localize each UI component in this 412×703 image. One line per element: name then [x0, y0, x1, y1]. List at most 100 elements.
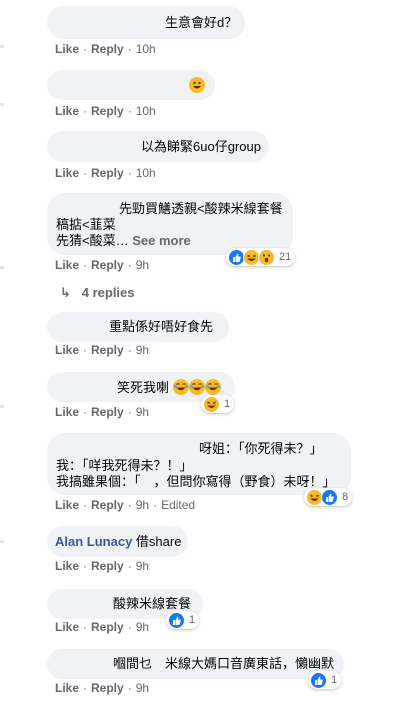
like-icon [310, 671, 327, 689]
comment-text-line: 先猜<酸菜… See more [56, 233, 191, 249]
comment-bubble: 以為睇緊6uo仔group [47, 131, 269, 162]
thread-marker [0, 103, 4, 106]
comment-bubble: 生意會好d？ [47, 6, 245, 39]
comment-bubble: 先勁買鱔透親<酸辣米線套餐 稿掂<韮菜 先猜<酸菜… See more [47, 193, 293, 255]
joy-emoji-icon [204, 379, 221, 395]
reply-button[interactable]: Reply [91, 42, 124, 56]
separator: · [83, 620, 88, 634]
comment-text-truncated: 先猜<酸菜… [56, 233, 129, 248]
like-button[interactable]: Like [55, 166, 79, 180]
separator: · [83, 681, 88, 695]
separator: · [127, 258, 132, 272]
commenter-name[interactable]: Alan Lunacy [55, 534, 132, 549]
like-button[interactable]: Like [55, 104, 79, 118]
separator: · [127, 498, 132, 512]
thread-marker [0, 266, 4, 269]
separator: · [83, 258, 88, 272]
separator: · [127, 405, 132, 419]
comment-bubble: 嗰間乜 米線大媽口音廣東話，懶幽默 [47, 649, 344, 679]
timestamp[interactable]: 9h [136, 498, 149, 512]
comment-text-line: 稿掂<韮菜 [56, 217, 116, 232]
separator: · [127, 166, 132, 180]
separator: · [127, 42, 132, 56]
reaction-summary[interactable]: 8 [304, 488, 353, 506]
timestamp[interactable]: 9h [136, 559, 149, 573]
replies-label: 4 replies [81, 285, 135, 300]
reaction-count: 8 [342, 491, 349, 503]
timestamp[interactable]: 9h [136, 405, 149, 419]
separator: · [83, 498, 88, 512]
reaction-count: 1 [331, 674, 338, 686]
reaction-count: 1 [189, 614, 196, 626]
reaction-count: 1 [224, 398, 231, 410]
reaction-summary[interactable]: 21 [226, 248, 296, 266]
reply-button[interactable]: Reply [91, 104, 124, 118]
joy-emoji-icon [188, 379, 205, 395]
comment-actions: Like · Reply · 9h [55, 559, 149, 573]
comment-actions: Like · Reply · 9h [55, 620, 149, 634]
comment-text-line: 先勁買鱔透親<酸辣米線套餐 [119, 201, 283, 216]
comment-text [189, 77, 205, 94]
comment-text-line: 我：「咩我死得未？！」 [56, 458, 193, 473]
like-button[interactable]: Like [55, 405, 79, 419]
comment-actions: Like · Reply · 9h [55, 405, 149, 419]
reply-button[interactable]: Reply [91, 343, 124, 357]
comment-bubble: 重點係好唔好食先 [47, 312, 229, 342]
like-button[interactable]: Like [55, 620, 79, 634]
timestamp[interactable]: 10h [136, 104, 156, 118]
like-button[interactable]: Like [55, 258, 79, 272]
comment-bubble: Alan Lunacy 借share [47, 526, 188, 557]
comment-bubble [47, 70, 215, 100]
timestamp[interactable]: 10h [136, 42, 156, 56]
separator: · [127, 620, 132, 634]
like-icon [321, 488, 338, 506]
timestamp[interactable]: 9h [136, 343, 149, 357]
comment-actions: Like · Reply · 9h [55, 258, 149, 272]
like-button[interactable]: Like [55, 498, 79, 512]
comment-actions: Like · Reply · 9h · Edited [55, 498, 195, 512]
comment-actions: Like · Reply · 10h [55, 166, 156, 180]
timestamp[interactable]: 9h [136, 620, 149, 634]
separator: · [127, 681, 132, 695]
thread-marker [0, 540, 4, 543]
separator: · [83, 343, 88, 357]
joy-emoji-icon [172, 379, 189, 395]
like-button[interactable]: Like [55, 343, 79, 357]
reaction-summary[interactable]: 1 [201, 395, 235, 413]
reply-button[interactable]: Reply [91, 620, 124, 634]
separator: · [83, 104, 88, 118]
like-button[interactable]: Like [55, 42, 79, 56]
separator: · [83, 166, 88, 180]
rofl-emoji-icon [189, 77, 205, 93]
see-more-link[interactable]: See more [132, 233, 191, 248]
timestamp[interactable]: 9h [136, 681, 149, 695]
comment-actions: Like · Reply · 9h [55, 681, 149, 695]
comment-actions: Like · Reply · 9h [55, 343, 149, 357]
separator: · [127, 559, 132, 573]
thread-marker [0, 45, 4, 48]
timestamp[interactable]: 9h [136, 258, 149, 272]
reaction-summary[interactable]: 1 [308, 671, 342, 689]
comment-actions: Like · Reply · 10h [55, 42, 156, 56]
reply-button[interactable]: Reply [91, 559, 124, 573]
haha-icon [203, 395, 220, 413]
reaction-summary[interactable]: 1 [166, 611, 200, 629]
reply-button[interactable]: Reply [91, 681, 124, 695]
like-icon [168, 611, 185, 629]
reply-button[interactable]: Reply [91, 405, 124, 419]
comment-bubble: 呀姐：「你死得未？」 我：「咩我死得未？！」 我搞雖果個：「 ，但問你寫得（野食… [47, 433, 351, 495]
reaction-count: 21 [279, 251, 292, 263]
timestamp[interactable]: 10h [136, 166, 156, 180]
comment-actions: Like · Reply · 10h [55, 104, 156, 118]
view-replies-link[interactable]: ↳ 4 replies [60, 285, 135, 301]
reply-button[interactable]: Reply [91, 166, 124, 180]
comment-text-line: 我搞雖果個：「 ，但問你寫得（野食）未呀！」 [56, 474, 336, 489]
reply-button[interactable]: Reply [91, 498, 124, 512]
like-button[interactable]: Like [55, 681, 79, 695]
edited-label[interactable]: Edited [161, 498, 195, 512]
separator: · [153, 498, 158, 512]
reply-button[interactable]: Reply [91, 258, 124, 272]
thread-marker [0, 405, 4, 408]
like-button[interactable]: Like [55, 559, 79, 573]
separator: · [83, 405, 88, 419]
